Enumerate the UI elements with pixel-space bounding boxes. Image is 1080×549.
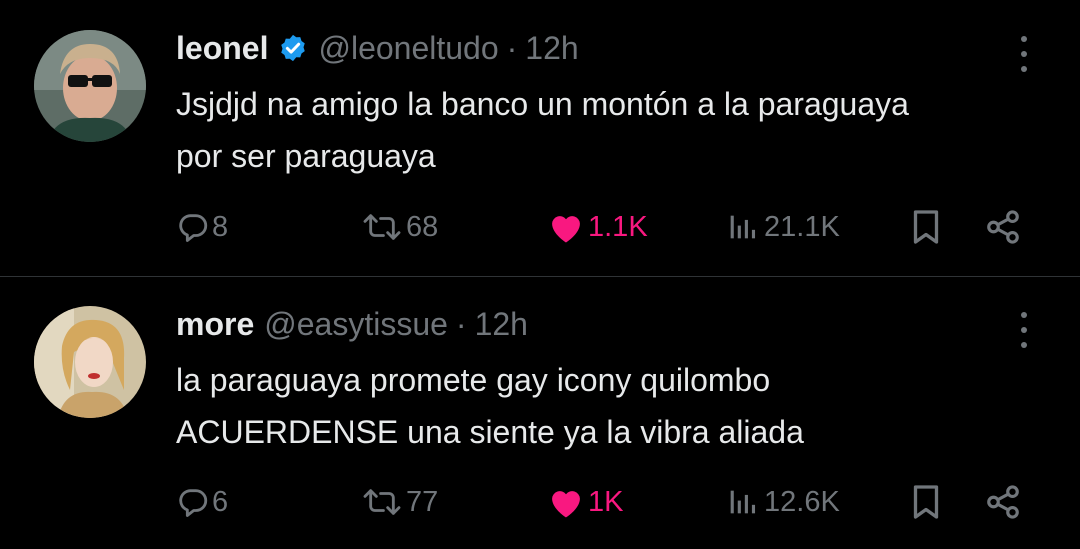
tweet-text: Jsjdjd na amigo la banco un montón a la …	[176, 78, 1056, 182]
more-icon[interactable]	[1012, 34, 1036, 74]
retweet-button[interactable]: 77	[360, 480, 438, 524]
avatar-photo	[34, 30, 146, 142]
bookmark-button[interactable]	[908, 205, 944, 249]
tweet-text-line: Jsjdjd na amigo la banco un montón a la …	[176, 86, 909, 122]
tweet-header: more @easytissue · 12h	[176, 299, 528, 349]
tweet-text-line: la paraguaya promete gay icony quilombo	[176, 362, 771, 398]
heart-icon	[552, 216, 580, 243]
retweet-icon	[363, 489, 401, 515]
separator-dot: ·	[455, 305, 467, 342]
timestamp[interactable]: 12h	[475, 306, 528, 343]
tweet-header: leonel @leoneltudo · 12h	[176, 23, 579, 73]
action-bar: 8 68 1.1K 21.1K	[176, 205, 1036, 249]
handle[interactable]: @leoneltudo	[318, 30, 498, 67]
reply-button[interactable]: 8	[176, 205, 228, 249]
reply-button[interactable]: 6	[176, 480, 228, 524]
reply-count: 8	[212, 210, 229, 243]
view-count: 21.1K	[764, 210, 840, 243]
views-button[interactable]: 21.1K	[722, 205, 840, 249]
tweet-text-line: ACUERDENSE una siente ya la vibra aliada	[176, 414, 804, 450]
avatar[interactable]	[34, 30, 146, 142]
share-button[interactable]	[984, 205, 1022, 249]
retweet-icon	[363, 214, 401, 240]
views-icon	[730, 490, 756, 514]
heart-icon	[552, 491, 580, 518]
like-count: 1K	[588, 485, 624, 518]
avatar[interactable]	[34, 306, 146, 418]
views-button[interactable]: 12.6K	[722, 480, 840, 524]
share-button[interactable]	[984, 480, 1022, 524]
reply-icon	[179, 489, 208, 517]
timestamp[interactable]: 12h	[525, 30, 578, 67]
bookmark-button[interactable]	[908, 480, 944, 524]
tweet-text-line: por ser paraguaya	[176, 138, 436, 174]
tweet[interactable]: leonel @leoneltudo · 12h Jsjdjd na amigo…	[0, 0, 1080, 277]
more-icon[interactable]	[1012, 310, 1036, 350]
bookmark-icon	[913, 485, 939, 519]
bookmark-icon	[913, 210, 939, 244]
avatar-photo	[34, 306, 146, 418]
display-name[interactable]: leonel	[176, 30, 268, 67]
like-count: 1.1K	[588, 210, 648, 243]
views-icon	[730, 215, 756, 239]
share-icon	[987, 485, 1019, 519]
retweet-button[interactable]: 68	[360, 205, 438, 249]
retweet-count: 68	[406, 210, 439, 243]
action-bar: 6 77 1K 12.6K	[176, 480, 1036, 524]
display-name[interactable]: more	[176, 306, 254, 343]
like-button[interactable]: 1K	[546, 480, 623, 524]
verified-badge-icon	[281, 34, 306, 62]
view-count: 12.6K	[764, 485, 840, 518]
tweet[interactable]: more @easytissue · 12h la paraguaya prom…	[0, 277, 1080, 549]
retweet-count: 77	[406, 485, 439, 518]
reply-icon	[179, 214, 208, 242]
tweet-text: la paraguaya promete gay icony quilombo …	[176, 354, 1056, 458]
reply-count: 6	[212, 485, 229, 518]
share-icon	[987, 210, 1019, 244]
like-button[interactable]: 1.1K	[546, 205, 648, 249]
handle[interactable]: @easytissue	[264, 306, 448, 343]
separator-dot: ·	[506, 29, 518, 66]
